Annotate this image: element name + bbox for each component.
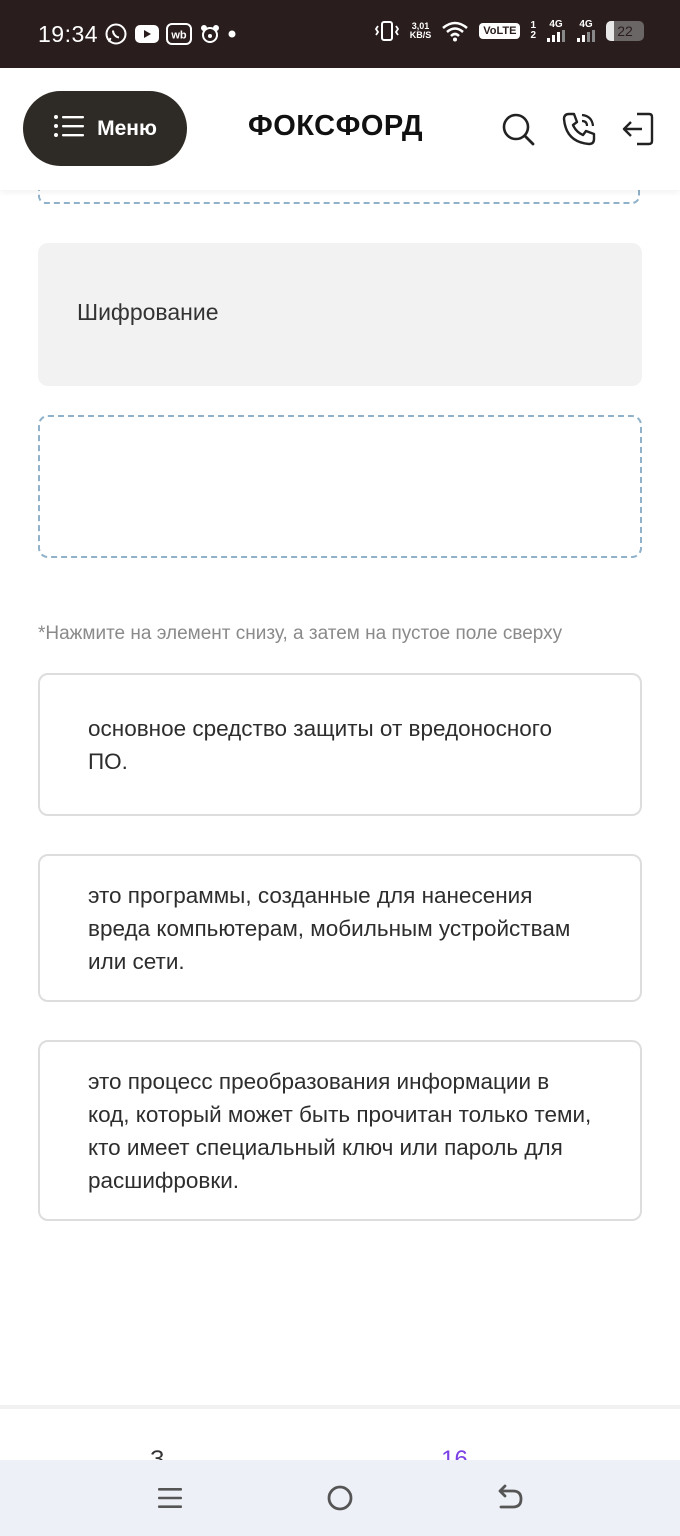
svg-text:wb: wb xyxy=(170,30,187,42)
system-indicators: 3,01 KB/S VoLTE 1 2 4G 4G 22 xyxy=(374,20,644,42)
foxford-logo[interactable]: ФОКСФОРД xyxy=(248,110,423,143)
term-card: Шифрование xyxy=(38,243,642,386)
home-icon[interactable] xyxy=(320,1482,360,1514)
battery-level: 22 xyxy=(617,23,633,39)
net1-label: 4G xyxy=(549,19,563,30)
answer-option-text: это программы, созданные для нанесения в… xyxy=(88,882,571,974)
status-bar: 19:34 wb 3,01 KB/S VoLTE 1 2 4G 4G 22 xyxy=(0,0,680,68)
status-time: 19:34 xyxy=(38,21,99,47)
network-speed: 3,01 KB/S xyxy=(410,22,432,40)
wifi-icon xyxy=(441,20,469,42)
drop-zone-empty[interactable] xyxy=(38,415,642,558)
volte-badge: VoLTE xyxy=(479,23,521,39)
signal-icon: 4G xyxy=(546,20,566,42)
recents-icon[interactable] xyxy=(150,1482,190,1514)
sim-indicator: 1 2 xyxy=(530,21,536,41)
term-label: Шифрование xyxy=(77,299,219,325)
battery-fill xyxy=(606,21,615,41)
wb-icon: wb xyxy=(166,23,192,45)
menu-button[interactable]: Меню xyxy=(23,91,187,166)
answer-option-3[interactable]: это процесс преобразования информации в … xyxy=(38,1040,642,1221)
site-header: Меню ФОКСФОРД xyxy=(0,68,680,190)
signal-icon: 4G xyxy=(576,20,596,42)
menu-lines-icon xyxy=(53,114,85,144)
dot-icon xyxy=(228,30,236,38)
whatsapp-icon xyxy=(104,22,128,46)
speed-unit: KB/S xyxy=(409,30,432,40)
section-divider xyxy=(0,1405,680,1409)
system-nav-bar xyxy=(0,1460,680,1536)
answer-option-1[interactable]: основное средство защиты от вредоносного… xyxy=(38,673,642,816)
app-icon xyxy=(198,23,222,45)
search-icon[interactable] xyxy=(500,111,536,152)
sim2-label: 2 xyxy=(530,30,536,41)
instruction-hint: *Нажмите на элемент снизу, а затем на пу… xyxy=(38,623,563,644)
back-icon[interactable] xyxy=(490,1482,530,1514)
answer-option-text: это процесс преобразования информации в … xyxy=(88,1068,592,1193)
login-icon[interactable] xyxy=(621,111,655,152)
menu-label: Меню xyxy=(97,116,157,140)
net2-label: 4G xyxy=(579,19,593,30)
answer-option-text: основное средство защиты от вредоносного… xyxy=(88,715,552,774)
vibrate-icon xyxy=(374,20,400,42)
battery-icon: 22 xyxy=(606,21,644,41)
notification-icons: wb xyxy=(104,22,236,46)
phone-icon[interactable] xyxy=(561,111,597,152)
answer-option-2[interactable]: это программы, созданные для нанесения в… xyxy=(38,854,642,1002)
youtube-icon xyxy=(134,24,160,44)
